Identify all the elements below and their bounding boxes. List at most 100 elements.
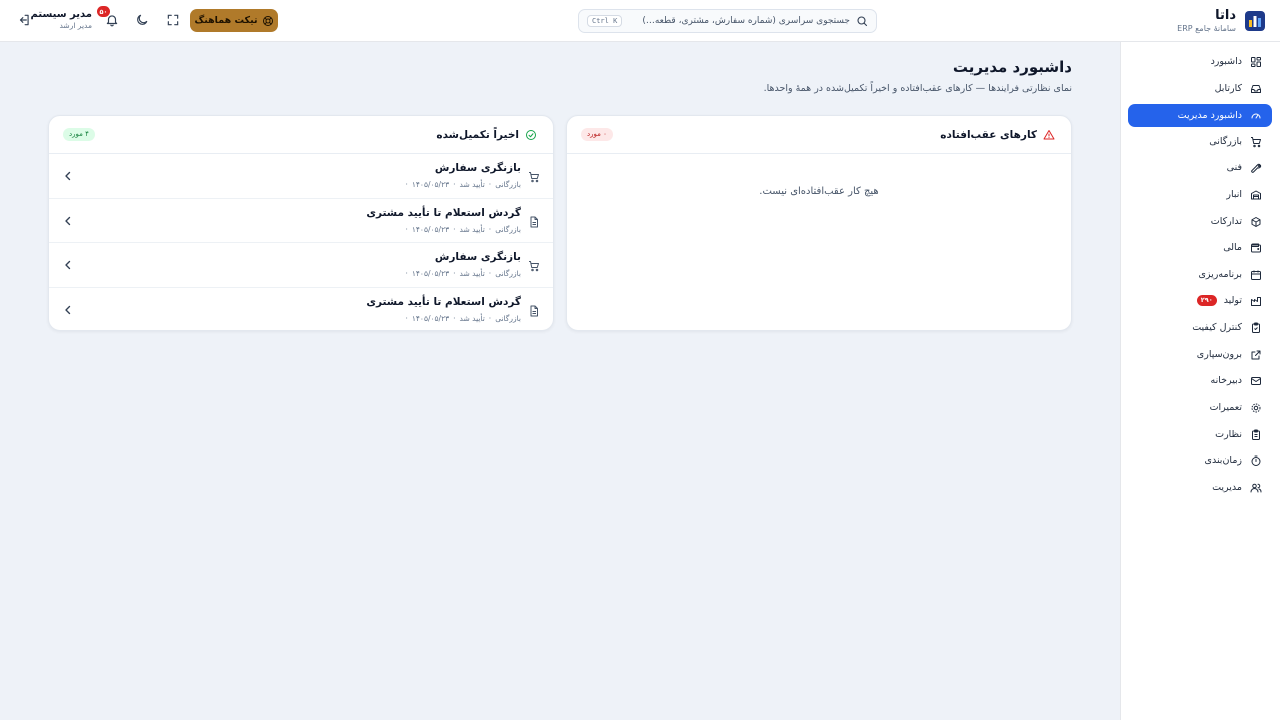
overdue-tasks-card: کارهای عقب‌افتاده ۰ مورد هیچ کار عقب‌افت… [566,115,1072,331]
sidebar-item-quality-control[interactable]: کنترل کیفیت [1128,316,1272,339]
chevron-left-icon [65,260,71,270]
global-search[interactable]: Ctrl K [578,9,877,33]
search-input[interactable] [622,16,850,26]
sidebar-item-label: داشبورد مدیریت [1177,110,1242,121]
search-shortcut-hint: Ctrl K [587,15,623,27]
page-subtitle: نمای نظارتی فرایندها — کارهای عقب‌افتاده… [763,83,1072,94]
sidebar-item-secretariat[interactable]: دبیرخانه [1128,369,1272,392]
task-unit: بازرگانی [495,180,521,189]
sidebar-item-procurement[interactable]: تدارکات [1128,210,1272,233]
brand[interactable]: داتا سامانهٔ جامع ERP [1177,5,1266,37]
mail-icon [1251,376,1261,385]
sidebar-item-maintenance[interactable]: تعمیرات [1128,396,1272,419]
sidebar-item-warehouse[interactable]: انبار [1128,183,1272,206]
warehouse-icon [1251,190,1261,199]
calendar-icon [1251,270,1261,280]
sidebar-item-dashboard[interactable]: داشبورد [1128,50,1272,73]
chevron-left-icon [65,216,71,225]
sidebar-item-scheduling[interactable]: زمان‌بندی [1128,449,1272,472]
task-status: تأیید شد [459,180,485,189]
logout-button[interactable] [16,12,32,28]
user-role: مدیر ارشد [59,21,93,30]
sidebar-item-outsourcing[interactable]: برون‌سپاری [1128,343,1272,366]
gauge-icon [1251,113,1261,118]
wallet-icon [1251,243,1261,252]
completed-task-row[interactable]: گردش استعلام تا تأیید مشتری بازرگانی · تأ… [49,199,553,243]
fullscreen-button[interactable] [165,12,181,28]
sidebar-item-technical[interactable]: فنی [1128,156,1272,179]
clipboard-list-icon [1252,429,1260,440]
task-date: ۱۴۰۵/۰۵/۲۳ [411,269,450,278]
sidebar-item-supervision[interactable]: نظارت [1128,423,1272,446]
sidebar-item-planning[interactable]: برنامه‌ریزی [1128,263,1272,286]
sidebar-item-finance[interactable]: مالی [1128,236,1272,259]
brand-name: داتا [1215,7,1236,23]
sidebar-item-commerce[interactable]: بازرگانی [1128,130,1272,153]
recently-completed-card: اخیراً تکمیل‌شده ۴ مورد بازنگری سفارش با… [48,115,554,331]
sidebar-item-label: کنترل کیفیت [1192,322,1242,333]
task-title: بازنگری سفارش [434,251,521,263]
factory-icon [1251,296,1261,306]
sidebar-item-inbox[interactable]: کارتابل [1128,77,1272,100]
user-menu[interactable]: مدیر سیستم مدیر ارشد [31,8,93,31]
sidebar-item-production[interactable]: تولید ۲۹۰ [1128,289,1272,312]
production-count-badge: ۲۹۰ [1196,295,1217,306]
sidebar-item-label: مدیریت [1212,482,1242,493]
sidebar-item-management-dashboard[interactable]: داشبورد مدیریت [1128,104,1272,127]
users-icon [1250,483,1262,492]
search-icon [857,16,868,27]
completed-task-row[interactable]: بازنگری سفارش بازرگانی · تأیید شد · ۱۴۰۵/۰… [49,243,553,288]
task-meta: بازرگانی · تأیید شد · ۱۴۰۵/۰۵/۲۳ · [405,313,521,323]
sidebar-item-label: تولید [1223,295,1242,306]
package-icon [1251,216,1261,227]
task-date: ۱۴۰۵/۰۵/۲۳ [411,313,450,323]
task-unit: بازرگانی [495,269,521,278]
moon-icon [137,14,148,25]
task-meta: بازرگانی · تأیید شد · ۱۴۰۵/۰۵/۲۳ · [405,224,521,234]
completed-task-row[interactable]: گردش استعلام تا تأیید مشتری بازرگانی · تأ… [49,288,553,331]
sidebar-item-label: برون‌سپاری [1196,349,1242,360]
sidebar-item-label: برنامه‌ریزی [1198,269,1242,280]
sidebar-item-label: نظارت [1215,429,1242,440]
sidebar-item-label: مالی [1223,242,1242,253]
lifebuoy-icon [262,15,273,26]
sidebar-item-label: بازرگانی [1209,136,1242,147]
overdue-card-title: کارهای عقب‌افتاده [940,128,1037,141]
dashboard-icon [1251,56,1261,67]
document-icon [530,216,538,227]
task-date: ۱۴۰۵/۰۵/۲۳ [411,180,450,189]
task-title: گردش استعلام تا تأیید مشتری [366,295,521,308]
task-status: تأیید شد [459,313,485,323]
document-icon [530,305,538,316]
page-title: داشبورد مدیریت [952,58,1072,76]
timer-icon [1251,455,1261,466]
cart-icon [529,261,539,272]
chevron-left-icon [65,305,71,314]
task-status: تأیید شد [459,269,485,278]
task-unit: بازرگانی [495,313,521,323]
external-link-icon [1251,350,1261,359]
inbox-icon [1251,84,1261,93]
sidebar-item-label: تعمیرات [1209,402,1242,413]
warning-icon [1043,129,1055,139]
completed-card-header: اخیراً تکمیل‌شده ۴ مورد [49,116,553,154]
cart-icon [529,172,539,183]
notification-count-badge: ۵۰ [97,6,110,17]
sidebar-item-management[interactable]: مدیریت [1128,476,1272,499]
ticket-button[interactable]: تیکت هماهنگ [190,9,278,32]
overdue-empty-state: هیچ کار عقب‌افتاده‌ای نیست. [759,186,879,197]
sidebar-item-label: داشبورد [1210,56,1242,67]
completed-task-row[interactable]: بازنگری سفارش بازرگانی · تأیید شد · ۱۴۰۵/۰… [49,154,553,199]
chevron-left-icon [65,171,71,181]
task-title: گردش استعلام تا تأیید مشتری [366,206,521,219]
sidebar-item-label: فنی [1226,162,1242,173]
theme-toggle-button[interactable] [134,12,150,28]
ticket-button-label: تیکت هماهنگ [194,15,258,26]
task-unit: بازرگانی [495,224,521,234]
notifications-button[interactable]: ۵۰ [97,6,120,28]
cart-icon [1251,136,1261,147]
overdue-count-badge: ۰ مورد [581,128,613,141]
sidebar-item-label: کارتابل [1214,83,1242,94]
fullscreen-icon [167,14,179,26]
completed-card-title: اخیراً تکمیل‌شده [436,128,519,141]
